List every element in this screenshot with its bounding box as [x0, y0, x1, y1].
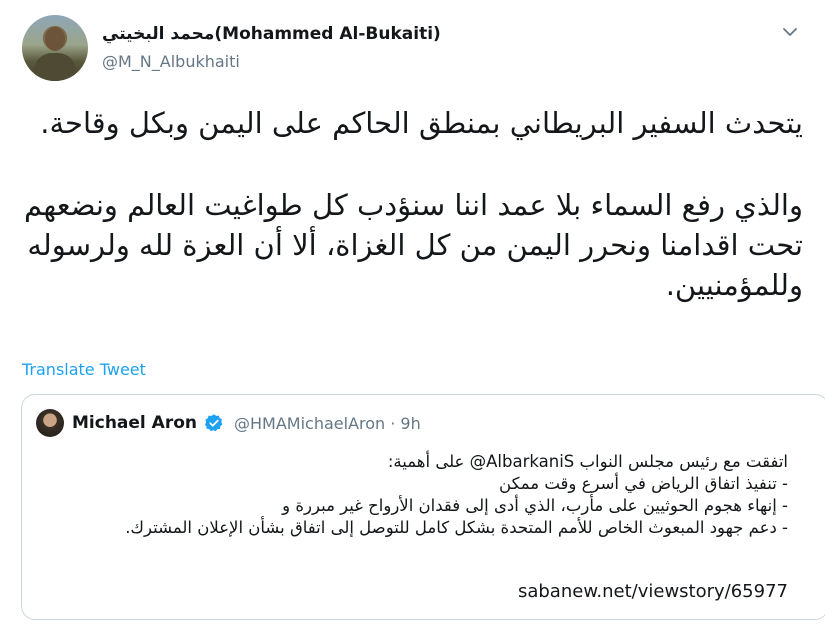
verified-badge-icon	[205, 414, 223, 432]
quoted-link[interactable]: sabanew.net/viewstory/65977	[518, 581, 788, 602]
quoted-tweet-text: اتفقت مع رئيس مجلس النواب AlbarkaniS@ عل…	[48, 451, 788, 539]
avatar-body	[34, 53, 76, 81]
quoted-line-1: اتفقت مع رئيس مجلس النواب AlbarkaniS@ عل…	[387, 452, 788, 471]
author-handle[interactable]: @M_N_Albukhaiti	[102, 52, 240, 71]
quoted-author-avatar	[36, 409, 64, 437]
tweet-paragraph-2: والذي رفع السماء بلا عمد اننا سنؤدب كل ط…	[24, 188, 803, 302]
author-display-name[interactable]: محمد البخيتي(Mohammed Al-Bukaiti)	[102, 24, 441, 44]
tweet-paragraph-1: يتحدث السفير البريطاني بمنطق الحاكم على …	[40, 106, 803, 140]
quoted-line-4: - دعم جهود المبعوث الخاص للأمم المتحدة ب…	[125, 518, 788, 537]
avatar-head	[45, 27, 65, 51]
quoted-handle-time: @HMAMichaelAron · 9h	[234, 414, 421, 433]
author-avatar[interactable]	[22, 15, 88, 81]
translate-tweet-link[interactable]: Translate Tweet	[22, 360, 146, 379]
quoted-tweet-card[interactable]: Michael Aron @HMAMichaelAron · 9h اتفقت …	[21, 394, 825, 620]
quoted-line-3: - إنهاء هجوم الحوثيين على مأرب، الذي أدى…	[282, 496, 788, 515]
quoted-line-2: - تنفيذ اتفاق الرياض في أسرع وقت ممكن	[499, 474, 788, 493]
quoted-author-name: Michael Aron	[72, 413, 197, 433]
tweet-text: يتحدث السفير البريطاني بمنطق الحاكم على …	[13, 103, 803, 305]
chevron-down-icon[interactable]	[780, 22, 800, 42]
